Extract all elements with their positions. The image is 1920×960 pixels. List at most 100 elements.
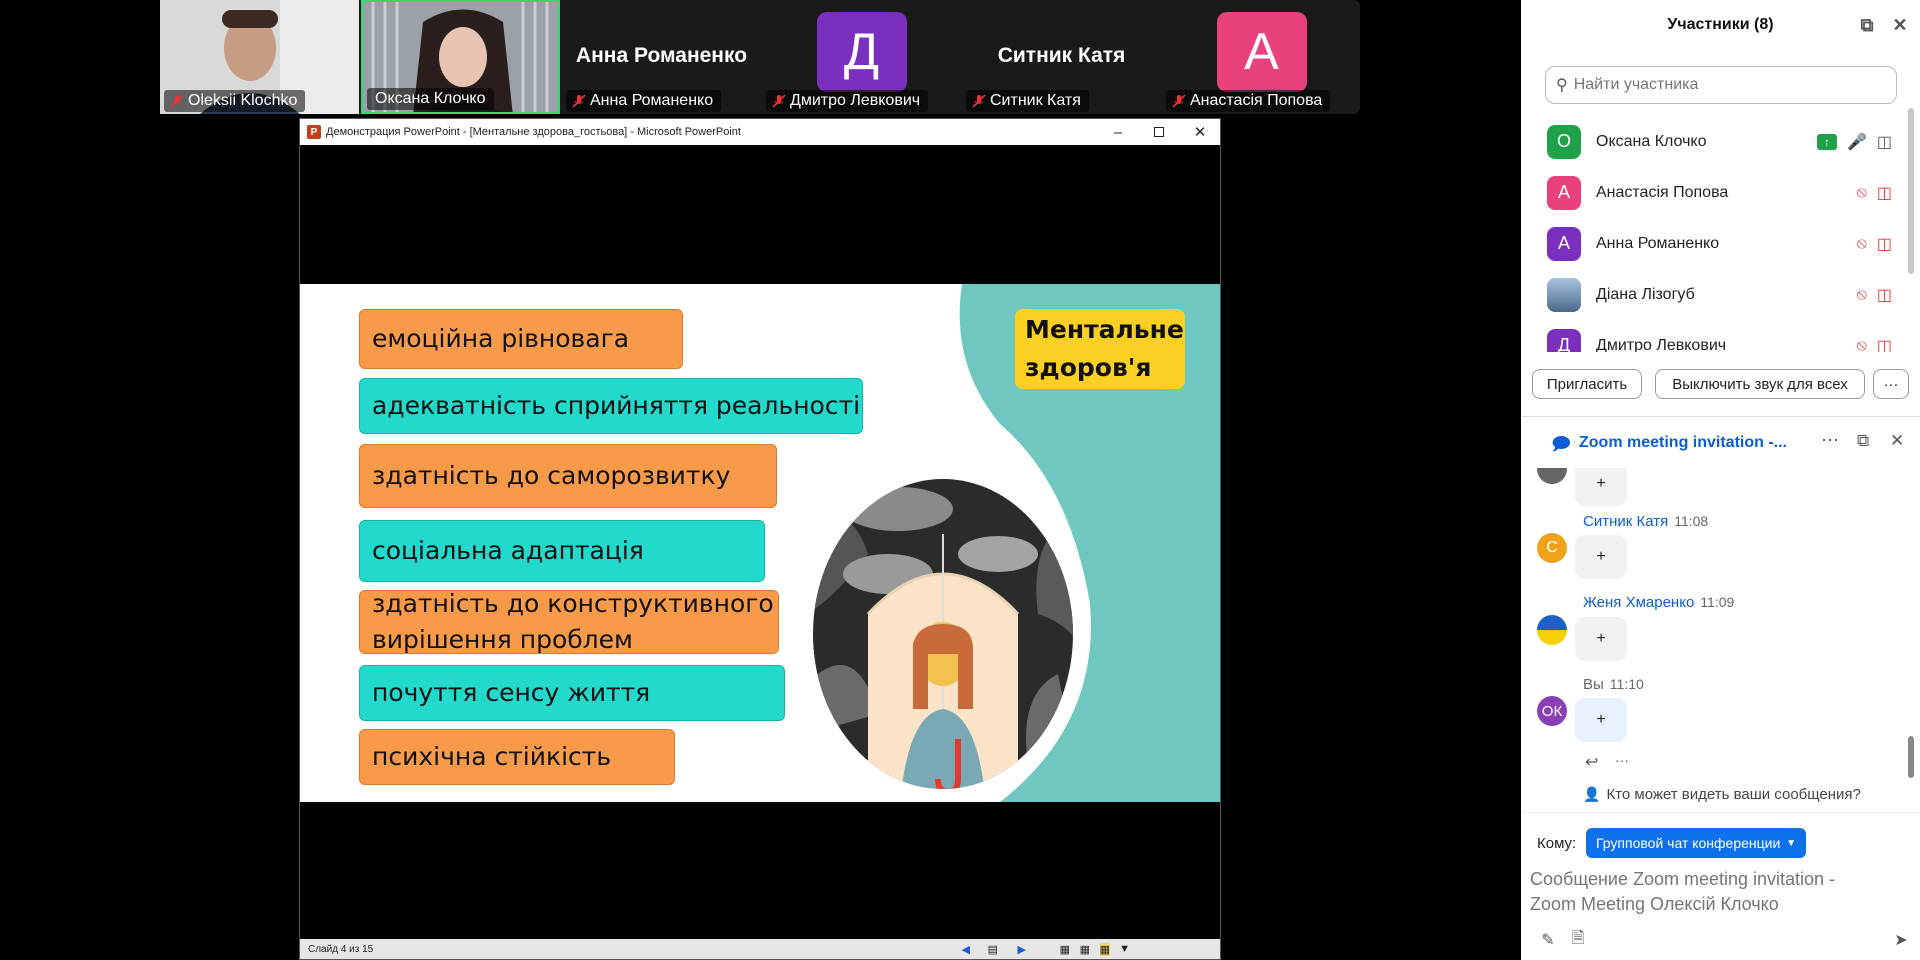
slide-title: Ментальне здоров'я bbox=[1015, 309, 1185, 389]
participant-search[interactable]: ⚲ bbox=[1545, 66, 1897, 104]
message-time: 11:08 bbox=[1674, 513, 1709, 529]
mic-muted-icon: ⦸ bbox=[1856, 336, 1867, 353]
chat-composer: Кому: Групповой чат конференции ▼ ✎ 🗎 ➤ bbox=[1521, 812, 1920, 960]
participant-list-scrollbar[interactable] bbox=[1908, 108, 1914, 274]
chat-scrollbar[interactable] bbox=[1908, 736, 1914, 778]
camera-icon: ◫ bbox=[1876, 133, 1892, 151]
mic-muted-icon: ⦸ bbox=[1856, 234, 1867, 252]
format-icon[interactable]: ✎ bbox=[1537, 929, 1559, 951]
camera-off-icon: ◫ bbox=[1876, 286, 1892, 304]
slide-sorter-icon[interactable]: ▦ bbox=[1080, 943, 1090, 956]
avatar: О bbox=[1547, 124, 1581, 159]
slide-item-constructive-solving: здатність до конструктивного вирішення п… bbox=[359, 589, 779, 654]
chat-messages: + Ситник Катя 11:08 С + Женя Хмаренко 11:0… bbox=[1521, 468, 1906, 810]
participant-row[interactable]: А Анна Романенко ⦸ ◫ bbox=[1521, 218, 1906, 269]
prev-slide-icon[interactable]: ◀ bbox=[962, 943, 970, 956]
video-tile-dmytro-levkovych[interactable]: Д Дмитро Левкович bbox=[762, 0, 961, 114]
share-screen-icon: ↑ bbox=[1816, 133, 1837, 150]
participant-name-label: Анна Романенко bbox=[566, 90, 722, 112]
maximize-button[interactable] bbox=[1139, 119, 1179, 145]
file-icon[interactable]: 🗎 bbox=[1567, 929, 1589, 951]
participants-header: Участники (8) ⧉ ✕ bbox=[1521, 0, 1920, 50]
participant-row[interactable]: А Анастасія Попова ⦸ ◫ bbox=[1521, 167, 1906, 218]
popout-icon[interactable]: ⧉ bbox=[1857, 431, 1869, 451]
slideshow-view-icon[interactable]: ▼ bbox=[1119, 943, 1130, 955]
participant-name-label: Анастасія Попова bbox=[1166, 90, 1331, 112]
mic-icon: 🎤 bbox=[1846, 133, 1867, 151]
participant-row[interactable]: О Оксана Клочко ↑ 🎤 ◫ bbox=[1521, 116, 1906, 167]
participants-more-button[interactable]: ··· bbox=[1873, 369, 1909, 399]
mic-muted-icon: ⦸ bbox=[1856, 183, 1867, 201]
participant-name: Анна Романенко bbox=[1596, 234, 1720, 252]
chat-icon: 🗩 bbox=[1551, 434, 1571, 454]
close-button[interactable]: ✕ bbox=[1180, 119, 1220, 145]
presentation-slide: емоційна рівновага адекватність сприйнят… bbox=[300, 284, 1220, 802]
mic-muted-icon bbox=[170, 94, 184, 108]
video-tile-sytnyk-katia[interactable]: Ситник Катя Ситник Катя bbox=[962, 0, 1161, 114]
participants-title: Участники (8) bbox=[1667, 16, 1774, 33]
participant-row[interactable]: Д Дмитро Левкович ⦸ ◫ bbox=[1521, 320, 1906, 352]
message-time: 11:10 bbox=[1609, 676, 1644, 692]
message-sender: Ситник Катя 11:08 bbox=[1583, 513, 1709, 530]
video-tile-oleksii-klochko[interactable]: Oleksii Klochko bbox=[160, 0, 359, 114]
slide-item-meaning-of-life: почуття сенсу життя bbox=[359, 665, 785, 721]
close-icon[interactable]: ✕ bbox=[1890, 431, 1904, 451]
search-icon: ⚲ bbox=[1556, 77, 1568, 94]
to-label: Кому: bbox=[1537, 835, 1577, 852]
normal-view-icon[interactable]: ▦ bbox=[1060, 943, 1070, 956]
avatar: Д bbox=[1547, 328, 1581, 352]
side-panel: Участники (8) ⧉ ✕ ⚲ О Оксана Клочко ↑ 🎤 … bbox=[1521, 0, 1920, 960]
powerpoint-window: P Демонстрация PowerPoint - [Ментальне з… bbox=[299, 118, 1221, 960]
message-more-button[interactable]: ··· bbox=[1615, 752, 1629, 768]
minimize-button[interactable]: – bbox=[1098, 119, 1138, 145]
participant-search-input[interactable] bbox=[1573, 76, 1896, 94]
powerpoint-app-icon: P bbox=[307, 125, 321, 139]
zoom-meeting-screen: Oleksii Klochko Оксана Клочко Анна Роман… bbox=[0, 0, 1920, 960]
video-tile-anastasiia-popova[interactable]: А Анастасія Попова bbox=[1162, 0, 1361, 114]
mic-muted-icon bbox=[1172, 94, 1186, 108]
video-tile-oksana-klochko[interactable]: Оксана Клочко bbox=[361, 0, 560, 114]
participant-avatar: А bbox=[1216, 12, 1307, 92]
message-bubble[interactable]: + bbox=[1575, 698, 1627, 742]
message-bubble[interactable]: + bbox=[1575, 617, 1627, 661]
more-icon[interactable]: ⋯ bbox=[1821, 430, 1839, 451]
message-bubble[interactable]: + bbox=[1575, 535, 1627, 579]
message-time: 11:09 bbox=[1700, 594, 1735, 610]
camera-off-icon: ◫ bbox=[1876, 235, 1892, 253]
reading-view-icon[interactable]: ▦ bbox=[1099, 942, 1110, 956]
avatar: А bbox=[1547, 226, 1581, 261]
popout-icon[interactable]: ⧉ bbox=[1856, 14, 1878, 36]
who-can-see-link[interactable]: 👤 Кто может видеть ваши сообщения? bbox=[1583, 786, 1861, 803]
participant-list: О Оксана Клочко ↑ 🎤 ◫ А Анастасія Попова… bbox=[1521, 116, 1906, 352]
participant-name-label: Oleksii Klochko bbox=[164, 90, 306, 112]
window-title: Демонстрация PowerPoint - [Ментальне здо… bbox=[326, 126, 741, 138]
participant-name-label: Дмитро Левкович bbox=[766, 90, 929, 112]
next-slide-icon[interactable]: ▶ bbox=[1018, 943, 1026, 956]
video-tile-anna-romanenko[interactable]: Анна Романенко Анна Романенко bbox=[562, 0, 761, 114]
avatar: С bbox=[1537, 533, 1567, 563]
slide-counter: Слайд 4 из 15 bbox=[308, 943, 374, 955]
message-input[interactable] bbox=[1530, 867, 1870, 923]
participant-row[interactable]: Діана Лізогуб ⦸ ◫ bbox=[1521, 269, 1906, 320]
mic-muted-icon: ⦸ bbox=[1856, 285, 1867, 303]
avatar: А bbox=[1547, 175, 1581, 210]
person-lock-icon: 👤 bbox=[1583, 786, 1601, 802]
message-bubble[interactable]: + bbox=[1575, 468, 1627, 506]
chat-title[interactable]: Zoom meeting invitation -... bbox=[1579, 434, 1787, 452]
slide-item-adequate-perception: адекватність сприйняття реальності bbox=[359, 378, 863, 434]
reply-icon[interactable]: ↩ bbox=[1585, 752, 1598, 772]
participant-name-label: Ситник Катя bbox=[966, 90, 1089, 112]
slide-item-psychological-resilience: психічна стійкість bbox=[359, 729, 675, 785]
participant-name: Дмитро Левкович bbox=[1596, 336, 1727, 353]
camera-off-icon: ◫ bbox=[1876, 184, 1892, 202]
slide-menu-icon[interactable]: ▤ bbox=[988, 943, 998, 956]
invite-button[interactable]: Пригласить bbox=[1532, 369, 1642, 399]
chat-header: 🗩 Zoom meeting invitation -... ⋯ ⧉ ✕ bbox=[1521, 418, 1920, 468]
mute-all-button[interactable]: Выключить звук для всех bbox=[1655, 369, 1865, 399]
message-sender: Вы 11:10 bbox=[1583, 676, 1644, 693]
participant-big-name: Ситник Катя bbox=[997, 44, 1126, 67]
powerpoint-titlebar[interactable]: P Демонстрация PowerPoint - [Ментальне з… bbox=[300, 119, 1220, 145]
close-icon[interactable]: ✕ bbox=[1889, 14, 1911, 36]
send-icon[interactable]: ➤ bbox=[1890, 929, 1912, 951]
recipient-select[interactable]: Групповой чат конференции ▼ bbox=[1586, 828, 1807, 858]
